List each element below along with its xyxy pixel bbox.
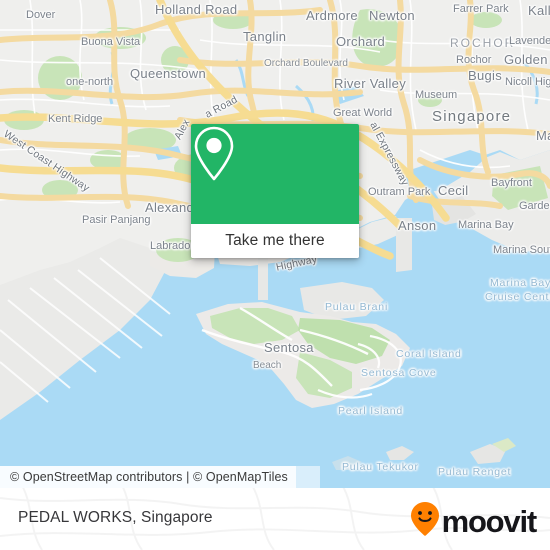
footer-bar: PEDAL WORKS, Singapore moovit	[0, 488, 550, 550]
map-attribution: © OpenStreetMap contributors | © OpenMap…	[0, 466, 296, 488]
moovit-logo[interactable]: moovit	[410, 501, 538, 542]
map-screen: West Coast Highway a Road Alex al Expres…	[0, 0, 550, 550]
attribution-text: © OpenStreetMap contributors | © OpenMap…	[10, 470, 288, 484]
take-me-there-button[interactable]: Take me there	[191, 224, 359, 258]
popup-hero	[191, 124, 359, 224]
location-popup-card[interactable]: Take me there	[191, 124, 359, 258]
place-title: PEDAL WORKS, Singapore	[18, 509, 213, 526]
take-me-there-label: Take me there	[225, 232, 325, 249]
moovit-wordmark: moovit	[441, 504, 538, 539]
moovit-pin-icon	[410, 501, 440, 542]
map-canvas[interactable]: West Coast Highway a Road Alex al Expres…	[0, 0, 550, 488]
